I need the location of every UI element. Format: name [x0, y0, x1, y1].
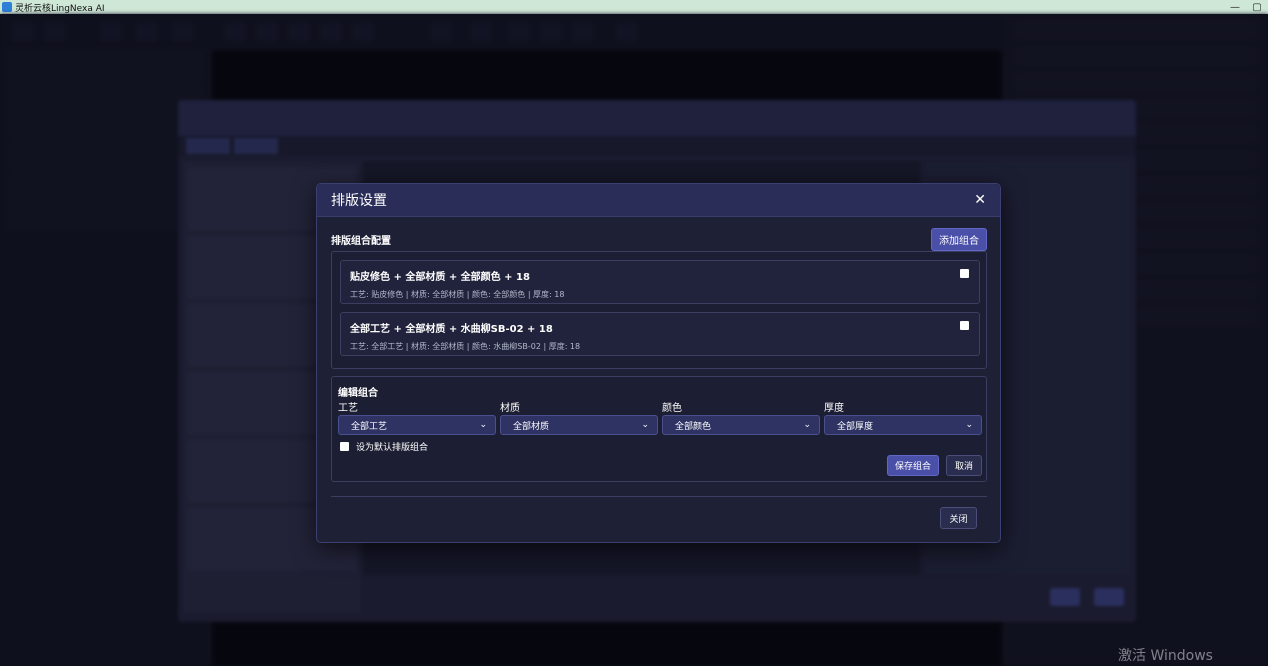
process-select-value: 全部工艺 — [351, 421, 388, 432]
maximize-button[interactable]: ▢ — [1246, 2, 1268, 13]
layout-settings-modal: 排版设置 ✕ 排版组合配置 添加组合 贴皮修色 + 全部材质 + 全部颜色 + … — [316, 183, 1001, 543]
modal-title: 排版设置 — [331, 193, 387, 209]
default-combination-row[interactable]: 设为默认排版组合 — [340, 440, 428, 453]
default-combination-label: 设为默认排版组合 — [356, 443, 429, 453]
edit-combination-panel: 编辑组合 工艺 材质 颜色 厚度 全部工艺 ⌄ 全部材质 ⌄ 全部颜色 ⌄ 全部… — [331, 376, 987, 482]
process-label: 工艺 — [338, 403, 358, 414]
save-combination-button[interactable]: 保存组合 — [887, 455, 939, 476]
combination-list: 贴皮修色 + 全部材质 + 全部颜色 + 18 工艺: 贴皮修色 | 材质: 全… — [331, 251, 987, 369]
process-select[interactable]: 全部工艺 ⌄ — [338, 415, 496, 435]
section-title: 排版组合配置 — [331, 235, 391, 247]
combination-description: 工艺: 贴皮修色 | 材质: 全部材质 | 颜色: 全部颜色 | 厚度: 18 — [350, 290, 565, 299]
color-select[interactable]: 全部颜色 ⌄ — [662, 415, 820, 435]
color-label: 颜色 — [662, 403, 682, 414]
thickness-label: 厚度 — [824, 403, 844, 414]
checkbox-icon[interactable] — [340, 442, 349, 451]
close-icon[interactable]: ✕ — [974, 192, 986, 208]
combination-item[interactable]: 贴皮修色 + 全部材质 + 全部颜色 + 18 工艺: 贴皮修色 | 材质: 全… — [340, 260, 980, 304]
checkbox-icon[interactable] — [960, 269, 969, 278]
edit-title: 编辑组合 — [338, 388, 378, 399]
windows-activation-watermark: 激活 Windows — [1118, 648, 1213, 664]
chevron-down-icon: ⌄ — [803, 420, 811, 430]
window-titlebar: 灵析云核LingNexa AI — ▢ — [0, 0, 1268, 14]
thickness-select-value: 全部厚度 — [837, 421, 874, 432]
app-logo-icon — [2, 2, 12, 12]
material-select-value: 全部材质 — [513, 421, 550, 432]
combination-section-header: 排版组合配置 添加组合 — [331, 227, 987, 251]
combination-item[interactable]: 全部工艺 + 全部材质 + 水曲柳SB-02 + 18 工艺: 全部工艺 | 材… — [340, 312, 980, 356]
material-select[interactable]: 全部材质 ⌄ — [500, 415, 658, 435]
combination-description: 工艺: 全部工艺 | 材质: 全部材质 | 颜色: 水曲柳SB-02 | 厚度:… — [350, 342, 581, 351]
chevron-down-icon: ⌄ — [641, 420, 649, 430]
combination-name: 贴皮修色 + 全部材质 + 全部颜色 + 18 — [350, 272, 530, 283]
close-button[interactable]: 关闭 — [940, 507, 977, 529]
footer-divider — [331, 496, 987, 497]
chevron-down-icon: ⌄ — [479, 420, 487, 430]
material-label: 材质 — [500, 403, 520, 414]
window-title: 灵析云核LingNexa AI — [15, 3, 105, 14]
chevron-down-icon: ⌄ — [965, 420, 973, 430]
cancel-button[interactable]: 取消 — [946, 455, 982, 476]
thickness-select[interactable]: 全部厚度 ⌄ — [824, 415, 982, 435]
modal-header: 排版设置 ✕ — [317, 184, 1000, 217]
add-combination-button[interactable]: 添加组合 — [931, 227, 987, 251]
color-select-value: 全部颜色 — [675, 421, 712, 432]
combination-name: 全部工艺 + 全部材质 + 水曲柳SB-02 + 18 — [350, 324, 553, 335]
checkbox-icon[interactable] — [960, 321, 969, 330]
minimize-button[interactable]: — — [1224, 2, 1246, 13]
